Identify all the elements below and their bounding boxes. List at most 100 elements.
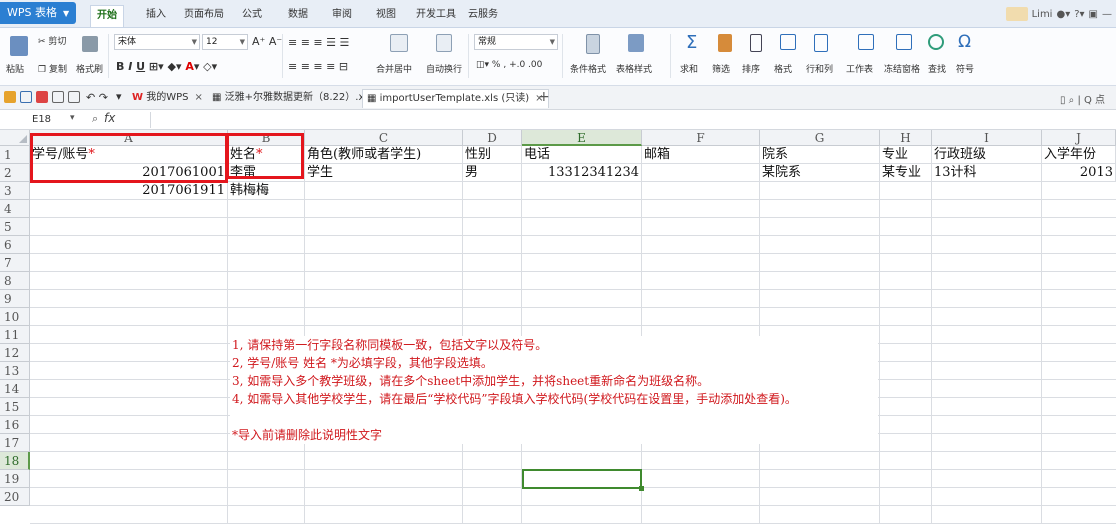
tab-developer[interactable]: 开发工具 (410, 5, 462, 27)
align-horizontal-buttons[interactable]: ≡ ≡ ≡ ≡ ⊟ (288, 60, 348, 73)
sort-icon[interactable] (750, 34, 762, 52)
pdf-icon[interactable] (36, 91, 48, 103)
save-icon[interactable] (20, 91, 32, 103)
cell-h2[interactable]: 某专业 (880, 164, 932, 182)
format-painter-button[interactable]: 格式刷 (76, 62, 103, 75)
cell-c1[interactable]: 角色(教师或者学生) (305, 146, 463, 164)
conditional-format-button[interactable]: 条件格式 (570, 62, 606, 75)
cell-f1[interactable]: 邮箱 (642, 146, 760, 164)
worksheet-button[interactable]: 工作表 (846, 62, 873, 75)
sum-button[interactable]: 求和 (680, 62, 698, 75)
minimize-icon[interactable]: — (1102, 9, 1112, 20)
table-style-icon[interactable] (628, 34, 644, 52)
row-header[interactable]: 4 (0, 200, 30, 218)
row-header[interactable]: 6 (0, 236, 30, 254)
tab-page-layout[interactable]: 页面布局 (178, 5, 230, 27)
copy-button[interactable]: ❐ 复制 (38, 62, 67, 75)
row-header[interactable]: 14 (0, 380, 30, 398)
conditional-format-icon[interactable] (586, 34, 600, 54)
restore-icon[interactable]: ▣ (1089, 9, 1098, 20)
number-format-select[interactable]: 常规 ▼ (474, 34, 558, 50)
cell-a3[interactable]: 2017061911 (30, 182, 228, 200)
row-header[interactable]: 20 (0, 488, 30, 506)
cell-g1[interactable]: 院系 (760, 146, 880, 164)
tab-data[interactable]: 数据 (282, 5, 314, 27)
find-icon[interactable] (928, 34, 944, 50)
rows-cols-button[interactable]: 行和列 (806, 62, 833, 75)
cell-i2[interactable]: 13计科 (932, 164, 1042, 182)
freeze-panes-button[interactable]: 冻结窗格 (884, 62, 920, 75)
app-menu-button[interactable]: WPS 表格 ▼ (0, 2, 77, 24)
rows-cols-icon[interactable] (814, 34, 828, 52)
merge-center-button[interactable]: 合并居中 (376, 62, 412, 75)
column-header-d[interactable]: D (463, 130, 522, 146)
column-header-h[interactable]: H (880, 130, 932, 146)
tab-cloud[interactable]: 云服务 (462, 5, 504, 27)
chevron-down-icon[interactable]: ▾ (70, 113, 75, 123)
cell-j1[interactable]: 入学年份 (1042, 146, 1116, 164)
cell-d2[interactable]: 男 (463, 164, 522, 182)
symbol-button[interactable]: 符号 (956, 62, 974, 75)
cell-b3[interactable]: 韩梅梅 (228, 182, 305, 200)
row-header[interactable]: 15 (0, 398, 30, 416)
omega-icon[interactable]: Ω (958, 32, 971, 52)
doc-tab-my-wps[interactable]: W 我的WPS × (128, 89, 207, 108)
cut-button[interactable]: ✂ 剪切 (38, 34, 66, 47)
cell-c2[interactable]: 学生 (305, 164, 463, 182)
close-icon[interactable]: × (194, 92, 202, 103)
zoom-search-icon[interactable]: ⌕ (92, 112, 98, 126)
tab-view[interactable]: 视图 (370, 5, 402, 27)
row-header[interactable]: 7 (0, 254, 30, 272)
row-header[interactable]: 19 (0, 470, 30, 488)
column-header-e[interactable]: E (522, 130, 642, 146)
freeze-panes-icon[interactable] (896, 34, 912, 50)
row-header[interactable]: 10 (0, 308, 30, 326)
find-button[interactable]: 查找 (928, 62, 946, 75)
row-header[interactable]: 18 (0, 452, 30, 470)
cell-j2[interactable]: 2013 (1042, 164, 1116, 182)
format-button[interactable]: 格式 (774, 62, 792, 75)
tab-home[interactable]: 开始 (90, 5, 124, 27)
formula-input[interactable] (150, 112, 1116, 128)
cell-e1[interactable]: 电话 (522, 146, 642, 164)
user-name[interactable]: Limi (1032, 9, 1053, 20)
cell-e2[interactable]: 13312341234 (522, 164, 642, 182)
font-grow-shrink-buttons[interactable]: A⁺ A⁻ (252, 35, 282, 48)
column-header-j[interactable]: J (1042, 130, 1116, 146)
skin-icon[interactable] (1005, 7, 1028, 21)
print-preview-icon[interactable] (68, 91, 80, 103)
filter-icon[interactable] (718, 34, 732, 52)
tab-review[interactable]: 审阅 (326, 5, 358, 27)
align-top-buttons[interactable]: ≡ ≡ ≡ ☰ ☰ (288, 36, 349, 49)
row-header[interactable]: 16 (0, 416, 30, 434)
column-header-c[interactable]: C (305, 130, 463, 146)
row-header[interactable]: 1 (0, 146, 30, 164)
row-header[interactable]: 9 (0, 290, 30, 308)
undo-icon[interactable]: ↶ ↷ (86, 91, 108, 104)
filter-button[interactable]: 筛选 (712, 62, 730, 75)
wrap-text-button[interactable]: 自动换行 (426, 62, 462, 75)
cell-f2[interactable] (642, 164, 760, 182)
font-style-buttons[interactable]: B I U ⊞▾ ◆▾ A▾ ◇▾ (116, 60, 217, 73)
tab-insert[interactable]: 插入 (140, 5, 172, 27)
name-box[interactable]: E18 (4, 112, 96, 128)
cell-i1[interactable]: 行政班级 (932, 146, 1042, 164)
tab-formulas[interactable]: 公式 (236, 5, 268, 27)
format-painter-icon[interactable] (82, 36, 98, 52)
customize-icon[interactable]: ▾ (116, 90, 122, 103)
cell-g2[interactable]: 某院系 (760, 164, 880, 182)
right-tools-icons[interactable]: ▯ ⌕ | Q 点 (1060, 91, 1105, 106)
wrap-icon[interactable] (436, 34, 452, 52)
help-icon[interactable]: ?▾ (1074, 9, 1084, 20)
spreadsheet-grid[interactable]: A B C D E F G H I J 1 2 3 4 5 6 7 8 9 10… (0, 130, 1116, 524)
new-tab-icon[interactable]: + (538, 89, 550, 105)
fx-icon[interactable]: fx (104, 111, 115, 125)
row-header[interactable]: 17 (0, 434, 30, 452)
column-header-g[interactable]: G (760, 130, 880, 146)
row-header[interactable]: 3 (0, 182, 30, 200)
print-icon[interactable] (52, 91, 64, 103)
table-style-button[interactable]: 表格样式 (616, 62, 652, 75)
row-header[interactable]: 12 (0, 344, 30, 362)
format-icon[interactable] (780, 34, 796, 50)
number-format-buttons[interactable]: ◫▾ % , +.0 .00 (476, 60, 542, 70)
